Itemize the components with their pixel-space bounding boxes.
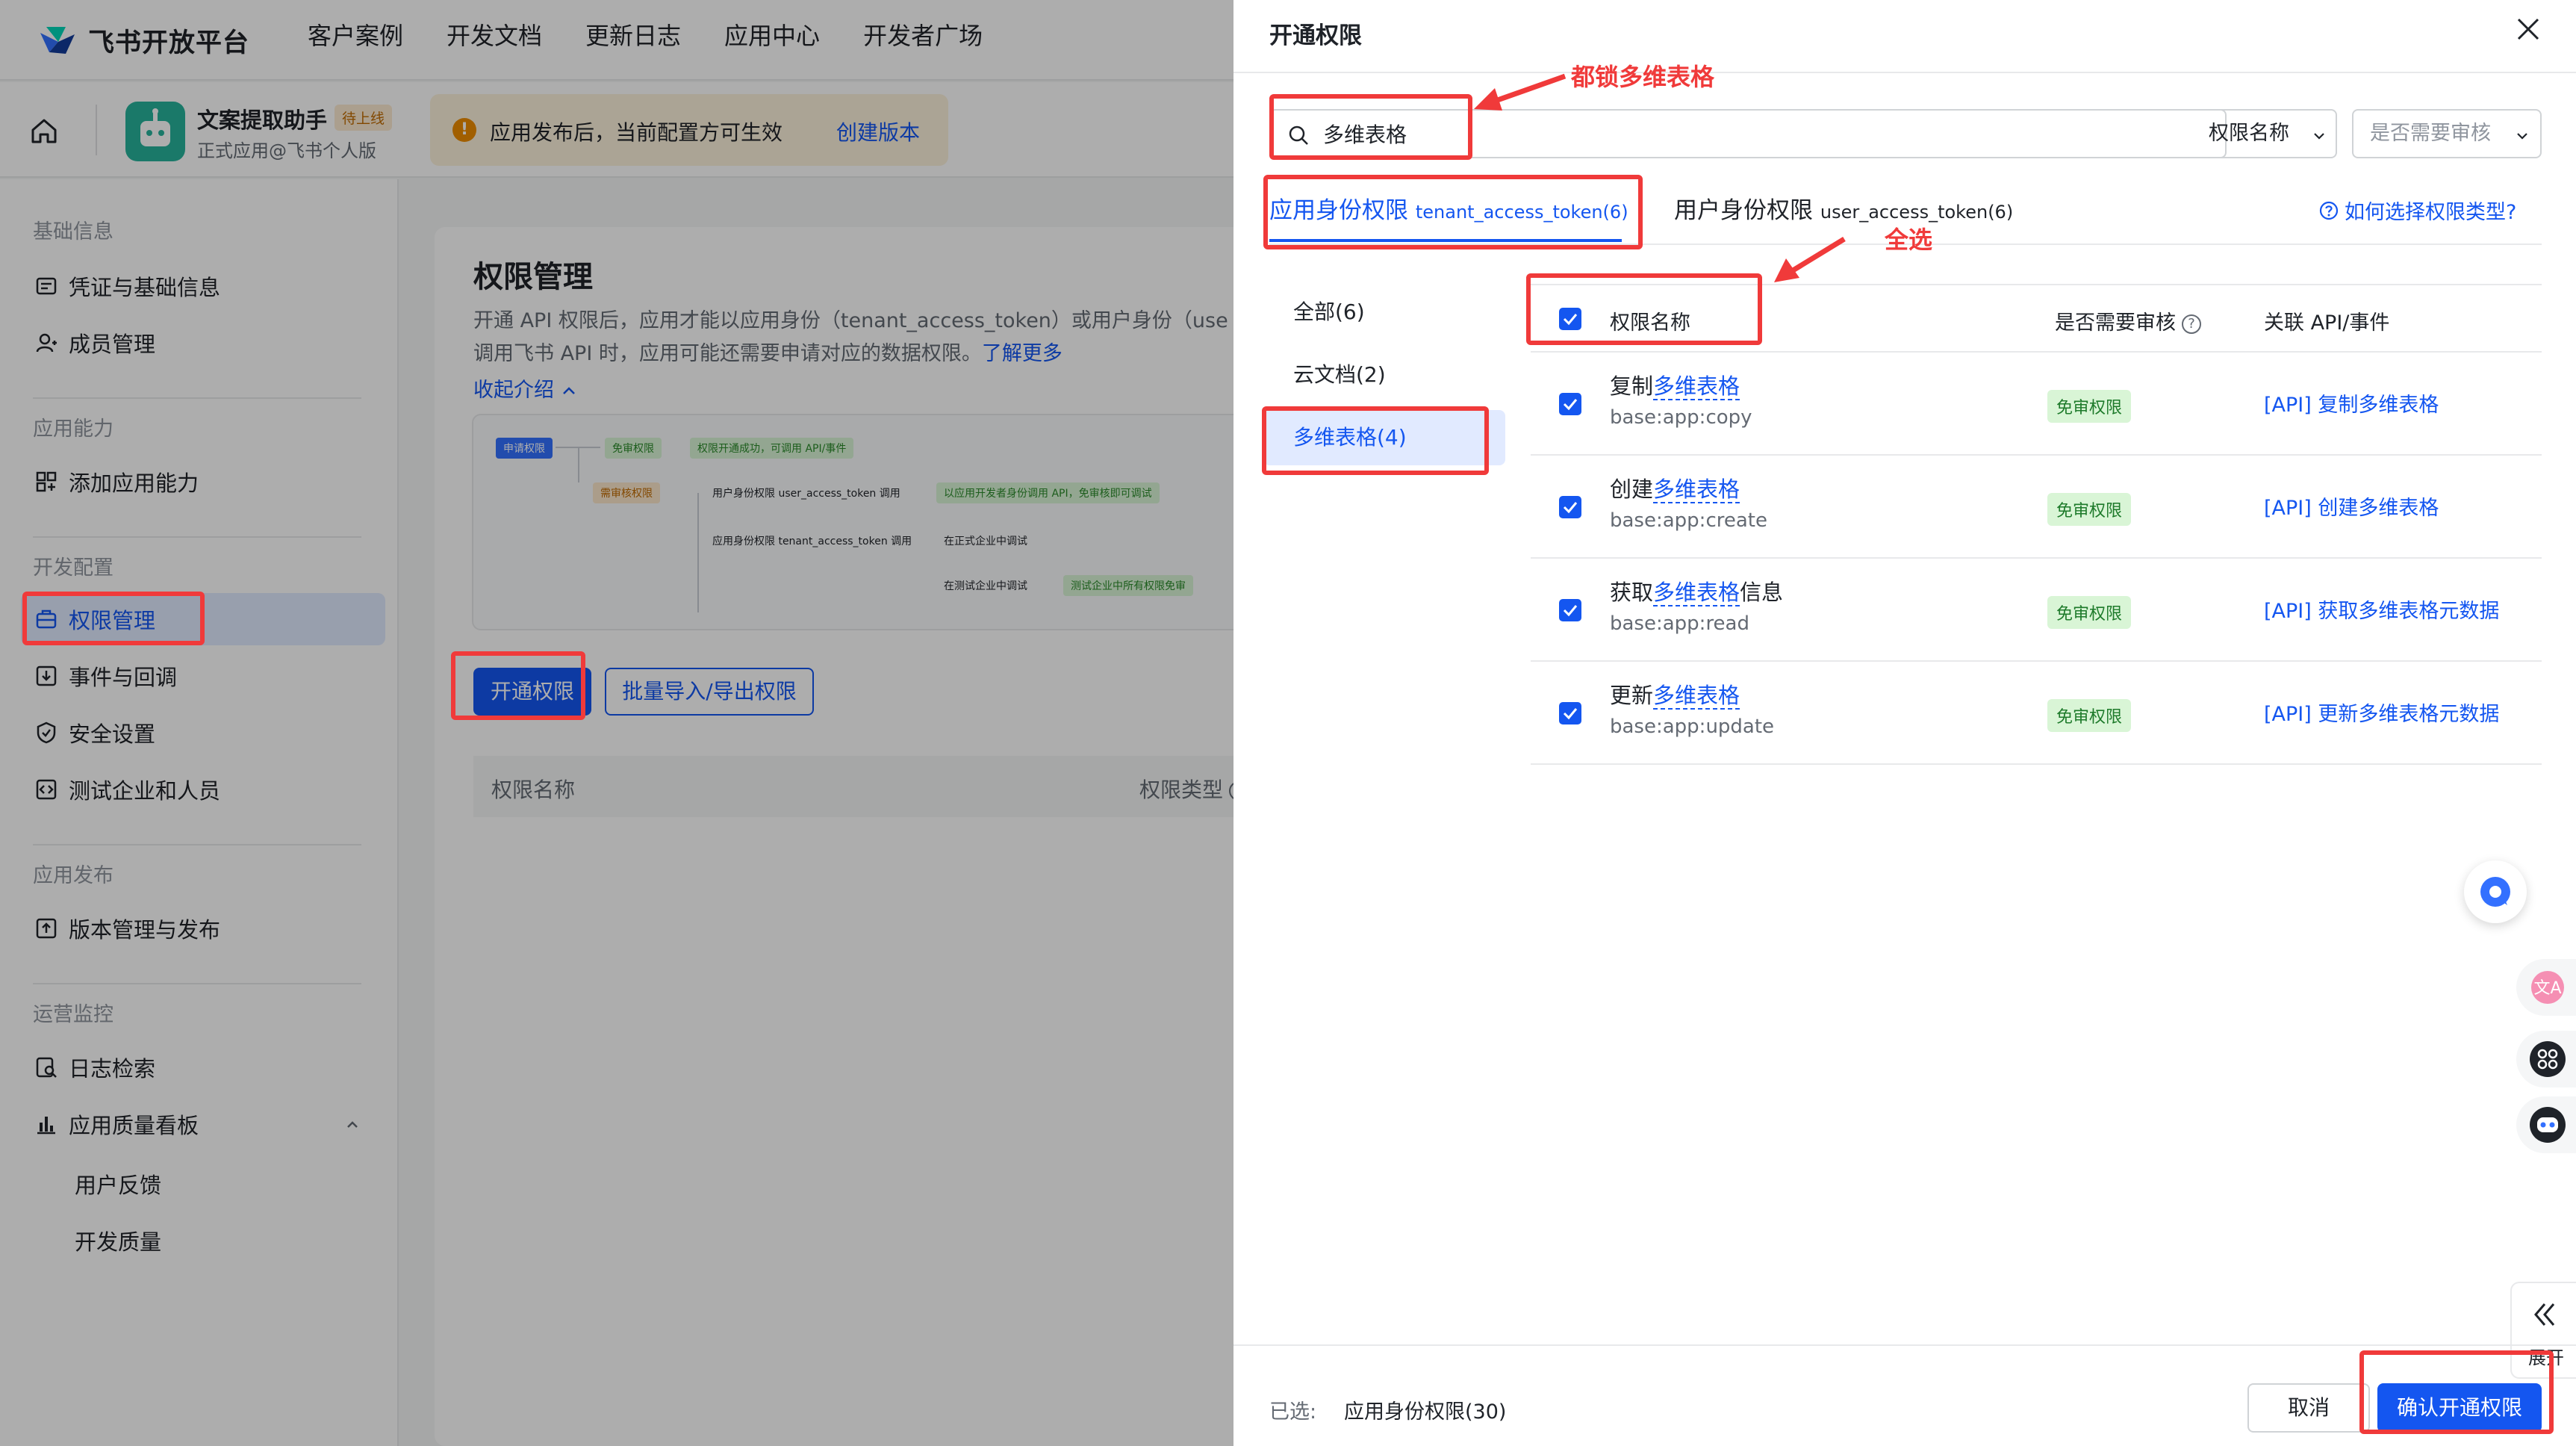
name-highlight: 多维表格 xyxy=(1653,683,1740,710)
permission-name: 复制多维表格 xyxy=(1610,369,1740,400)
table-row: 复制多维表格 base:app:copy 免审权限 [API] 复制多维表格 xyxy=(1531,353,2542,456)
svg-text:文A: 文A xyxy=(2533,979,2561,998)
related-api-link[interactable]: [API] 更新多维表格元数据 xyxy=(2264,698,2499,727)
select-placeholder: 是否需要审核 xyxy=(2370,122,2491,145)
related-api-link[interactable]: [API] 获取多维表格元数据 xyxy=(2264,595,2499,624)
drawer-title: 开通权限 xyxy=(1269,22,1362,49)
row-checkbox[interactable] xyxy=(1559,599,1581,621)
cancel-button[interactable]: 取消 xyxy=(2247,1383,2370,1433)
permission-name: 更新多维表格 xyxy=(1610,678,1740,710)
filter-need-audit-select[interactable]: 是否需要审核 xyxy=(2352,109,2542,158)
permission-name: 创建多维表格 xyxy=(1610,472,1740,503)
apps-grid-icon xyxy=(2530,1041,2566,1077)
table-row: 更新多维表格 base:app:update 免审权限 [API] 更新多维表格… xyxy=(1531,662,2542,765)
background-page: 飞书开放平台 客户案例 开发文档 更新日志 应用中心 开发者广场 文案提取助手 … xyxy=(0,0,1233,1446)
annotation-box-permissions xyxy=(22,592,205,645)
filter-permission-name-select[interactable]: 权限名称 xyxy=(2191,109,2337,158)
column-label: 是否需要审核 xyxy=(2055,311,2176,335)
annotation-box-bitable-category xyxy=(1262,406,1489,475)
chat-assistant-button[interactable] xyxy=(2464,860,2527,923)
help-circle-icon xyxy=(2319,201,2339,220)
row-checkbox[interactable] xyxy=(1559,702,1581,724)
name-prefix: 更新 xyxy=(1610,683,1654,708)
column-related-api: 关联 API/事件 xyxy=(2264,311,2390,335)
help-label: 如何选择权限类型? xyxy=(2345,201,2517,224)
permission-key: base:app:update xyxy=(1610,716,1775,738)
row-checkbox[interactable] xyxy=(1559,496,1581,518)
annotation-box-select-all xyxy=(1526,273,1762,345)
permission-type-help-link[interactable]: 如何选择权限类型? xyxy=(2319,196,2516,225)
select-value: 权限名称 xyxy=(2209,122,2289,145)
category-cloud-docs[interactable]: 云文档(2) xyxy=(1263,347,1505,403)
related-api-link[interactable]: [API] 创建多维表格 xyxy=(2264,491,2439,521)
category-all[interactable]: 全部(6) xyxy=(1263,285,1505,340)
tab-token: user_access_token(6) xyxy=(1820,202,2014,223)
translate-widget[interactable]: 文A xyxy=(2516,959,2576,1016)
name-highlight: 多维表格 xyxy=(1653,373,1740,400)
help-icon[interactable]: ? xyxy=(2182,314,2201,334)
name-suffix: 信息 xyxy=(1740,580,1784,605)
permission-key: base:app:read xyxy=(1610,612,1749,635)
name-highlight: 多维表格 xyxy=(1653,580,1740,606)
selected-count: 应用身份权限(30) xyxy=(1344,1400,1507,1424)
permission-key: base:app:copy xyxy=(1610,406,1752,429)
free-audit-tag: 免审权限 xyxy=(2047,699,2132,732)
modal-overlay[interactable] xyxy=(0,0,1233,1446)
free-audit-tag: 免审权限 xyxy=(2047,596,2132,629)
chevron-down-icon xyxy=(2314,133,2324,140)
annotation-text-search: 都锁多维表格 xyxy=(1571,63,1715,91)
permission-key: base:app:create xyxy=(1610,509,1767,532)
chat-bubble-icon xyxy=(2480,877,2510,907)
annotation-box-app-tab xyxy=(1263,175,1643,249)
free-audit-tag: 免审权限 xyxy=(2047,493,2132,526)
annotation-box-enable-button xyxy=(451,651,585,720)
annotation-box-confirm xyxy=(2359,1350,2554,1434)
free-audit-tag: 免审权限 xyxy=(2047,390,2132,423)
chevron-down-icon xyxy=(2517,133,2527,140)
permission-name: 获取多维表格信息 xyxy=(1610,575,1783,606)
selected-label: 已选: xyxy=(1269,1400,1317,1424)
divider xyxy=(1233,72,2576,73)
bot-widget[interactable] xyxy=(2516,1096,2576,1153)
check-icon xyxy=(1563,399,1578,411)
divider xyxy=(1233,1344,2576,1346)
name-prefix: 创建 xyxy=(1610,477,1654,502)
annotation-text-select-all: 全选 xyxy=(1885,226,1933,254)
tab-label: 用户身份权限 xyxy=(1674,197,1813,224)
name-prefix: 获取 xyxy=(1610,580,1654,605)
annotation-box-search xyxy=(1269,94,1472,160)
double-chevron-left-icon xyxy=(2534,1303,2555,1326)
check-icon xyxy=(1563,605,1578,617)
name-prefix: 复制 xyxy=(1610,373,1654,399)
table-row: 创建多维表格 base:app:create 免审权限 [API] 创建多维表格 xyxy=(1531,456,2542,559)
check-icon xyxy=(1563,502,1578,514)
tab-user-identity[interactable]: 用户身份权限 user_access_token(6) xyxy=(1674,191,2013,225)
column-need-audit: 是否需要审核? xyxy=(2055,306,2201,335)
row-checkbox[interactable] xyxy=(1559,393,1581,415)
name-highlight: 多维表格 xyxy=(1653,477,1740,503)
table-row: 获取多维表格信息 base:app:read 免审权限 [API] 获取多维表格… xyxy=(1531,559,2542,662)
check-icon xyxy=(1563,708,1578,720)
translate-icon: 文A xyxy=(2531,971,2564,1004)
apps-widget[interactable] xyxy=(2516,1031,2576,1087)
related-api-link[interactable]: [API] 复制多维表格 xyxy=(2264,388,2439,418)
close-icon[interactable] xyxy=(2513,13,2544,45)
bot-face-icon xyxy=(2530,1107,2566,1143)
